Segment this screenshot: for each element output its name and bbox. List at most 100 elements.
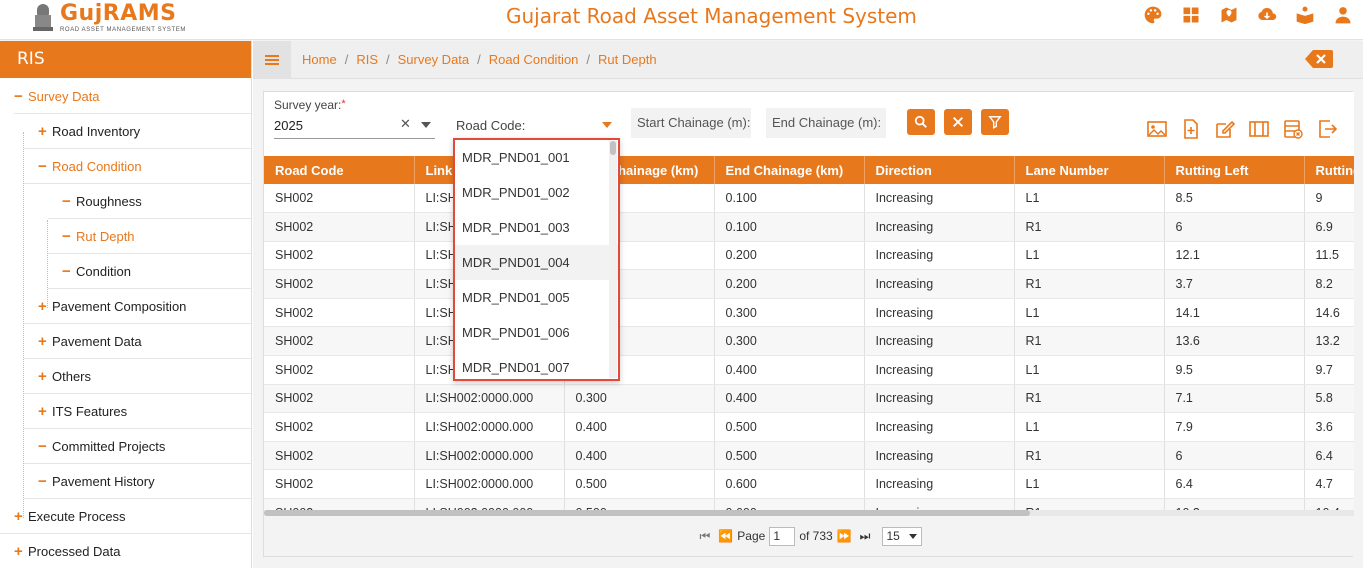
cloud-download-icon[interactable] — [1257, 5, 1277, 25]
road-code-option[interactable]: MDR_PND01_003 — [455, 210, 618, 245]
rut-depth-panel: Survey year:* 2025 ✕ Road Code: Start Ch… — [263, 91, 1354, 557]
table-cell: L1 — [1014, 412, 1165, 442]
sidebar-item-pavement-history[interactable]: − Pavement History — [24, 464, 251, 499]
table-cell: 6 — [1164, 441, 1305, 471]
hamburger-icon — [265, 59, 279, 61]
table-row[interactable]: SH002LI:SH002:0000.0000.0000.100Increasi… — [264, 184, 1354, 214]
table-cell: SH002 — [264, 412, 415, 442]
table-row[interactable]: SH002 LI:SH002:0000.000 0.400 0.500 Increasi… — [264, 441, 1354, 471]
page-size-select[interactable]: 15 — [882, 526, 923, 546]
next-page-icon[interactable]: ⏩ — [837, 529, 852, 543]
last-page-icon[interactable]: ⏭ — [860, 529, 871, 544]
map-marker-icon[interactable] — [1219, 5, 1239, 25]
close-page-icon[interactable] — [1305, 50, 1333, 68]
table-cell: Increasing — [864, 212, 1015, 242]
road-code-option[interactable]: MDR_PND01_006 — [455, 315, 618, 350]
road-code-option[interactable]: MDR_PND01_002 — [455, 175, 618, 210]
columns-icon[interactable] — [1248, 118, 1270, 140]
table-cell: 9.5 — [1164, 355, 1305, 385]
road-code-option[interactable]: MDR_PND01_007 — [455, 350, 618, 379]
delete-records-icon[interactable] — [1282, 118, 1304, 140]
gujrams-logo[interactable]: GujRAMS ROAD ASSET MANAGEMENT SYSTEM — [32, 0, 186, 36]
sidebar-item-its-features[interactable]: + ITS Features — [24, 394, 251, 429]
table-cell: 0.200 — [714, 269, 865, 299]
sidebar-item-others[interactable]: + Others — [24, 359, 251, 394]
survey-year-select[interactable]: 2025 — [274, 118, 303, 133]
start-chainage-input[interactable]: Start Chainage (m): — [631, 108, 751, 138]
table-row[interactable]: SH002LI:SH002:0000.0000.1000.200Increasi… — [264, 269, 1354, 299]
table-cell: Increasing — [864, 355, 1015, 385]
table-cell: SH002 — [264, 384, 415, 414]
table-row[interactable]: SH002LI:SH002:0000.0000.0000.100Increasi… — [264, 212, 1354, 242]
road-code-option[interactable]: MDR_PND01_005 — [455, 280, 618, 315]
breadcrumb-ris[interactable]: RIS — [356, 52, 378, 67]
table-cell: 0.300 — [564, 384, 715, 414]
table-cell: 12.1 — [1164, 241, 1305, 271]
export-icon[interactable] — [1316, 118, 1338, 140]
road-code-option[interactable]: MDR_PND01_001 — [455, 140, 618, 175]
breadcrumb-home[interactable]: Home — [302, 52, 337, 67]
breadcrumb-rut-depth: Rut Depth — [598, 52, 657, 67]
table-row[interactable]: SH002LI:SH002:0000.0000.1000.200Increasi… — [264, 241, 1354, 271]
sidebar-item-committed-projects[interactable]: − Committed Projects — [24, 429, 251, 464]
sidebar-item-processed-data[interactable]: + Processed Data — [0, 534, 251, 568]
table-cell: Increasing — [864, 384, 1015, 414]
column-header[interactable]: Road Code — [264, 156, 415, 184]
table-cell: 0.300 — [714, 298, 865, 328]
table-row[interactable]: SH002LI:SH002:0000.0000.3000.400Increasi… — [264, 355, 1354, 385]
breadcrumb-road-condition[interactable]: Road Condition — [489, 52, 579, 67]
user-icon[interactable] — [1333, 5, 1353, 25]
breadcrumb-bar: Home / RIS / Survey Data / Road Condition / … — [253, 41, 1363, 79]
filter-button[interactable] — [981, 109, 1009, 135]
table-cell: 6.4 — [1304, 441, 1354, 471]
road-code-option[interactable]: MDR_PND01_004 — [455, 245, 618, 280]
table-cell: SH002 — [264, 212, 415, 242]
sidebar-item-condition[interactable]: − Condition — [48, 254, 251, 289]
prev-page-icon[interactable]: ⏪ — [718, 529, 733, 543]
column-header[interactable]: Lane Number — [1014, 156, 1165, 184]
column-header[interactable]: Direction — [864, 156, 1015, 184]
column-header[interactable]: Rutting Left — [1164, 156, 1305, 184]
table-cell: R1 — [1014, 269, 1165, 299]
dashboard-grid-icon[interactable] — [1181, 5, 1201, 25]
sidebar-item-execute-process[interactable]: + Execute Process — [0, 499, 251, 534]
table-cell: L1 — [1014, 241, 1165, 271]
sidebar-item-pavement-data[interactable]: + Pavement Data — [24, 324, 251, 359]
column-header[interactable]: End Chainage (km) — [714, 156, 865, 184]
sidebar-item-survey-data[interactable]: − Survey Data — [14, 79, 251, 114]
menu-toggle-button[interactable] — [253, 41, 291, 79]
chevron-down-icon[interactable] — [602, 122, 612, 128]
page-number-input[interactable]: 1 — [769, 526, 796, 546]
pagination-bar: ⏮ ⏪ Page 1 of 733 ⏩ ⏭ 15 — [264, 516, 1354, 556]
table-cell: Increasing — [864, 184, 1015, 214]
search-button[interactable] — [907, 109, 935, 135]
sidebar-item-rut-depth[interactable]: − Rut Depth — [48, 219, 251, 254]
table-row[interactable]: SH002LI:SH002:0000.0000.3000.400Increasi… — [264, 384, 1354, 414]
sidebar-item-road-condition[interactable]: − Road Condition — [24, 149, 251, 184]
book-reader-icon[interactable] — [1295, 5, 1315, 25]
table-row[interactable]: SH002LI:SH002:0000.0000.2000.300Increasi… — [264, 326, 1354, 357]
column-header[interactable]: Rutting Right — [1304, 156, 1354, 184]
table-cell: 5.8 — [1304, 384, 1354, 414]
table-row[interactable]: SH002LI:SH002:0000.0000.2000.300Increasi… — [264, 298, 1354, 328]
table-cell: SH002 — [264, 326, 415, 357]
road-code-select[interactable]: Road Code: — [456, 118, 525, 133]
end-chainage-input[interactable]: End Chainage (m): — [766, 108, 886, 138]
dropdown-scrollbar[interactable] — [609, 141, 617, 378]
sidebar-item-pavement-composition[interactable]: + Pavement Composition — [24, 289, 251, 324]
clear-button[interactable] — [944, 109, 972, 135]
palette-icon[interactable] — [1143, 5, 1163, 25]
add-file-icon[interactable] — [1180, 118, 1202, 140]
clear-year-icon[interactable]: ✕ — [400, 116, 411, 132]
sidebar-item-roughness[interactable]: − Roughness — [48, 184, 251, 219]
chevron-down-icon[interactable] — [421, 122, 431, 128]
first-page-icon[interactable]: ⏮ — [700, 529, 711, 544]
table-row[interactable]: SH002LI:SH002:0000.0000.5000.600Increasi… — [264, 469, 1354, 500]
sidebar-item-road-inventory[interactable]: + Road Inventory — [24, 114, 251, 149]
image-icon[interactable] — [1146, 118, 1168, 140]
breadcrumb-survey-data[interactable]: Survey Data — [398, 52, 470, 67]
logo-sub-text: ROAD ASSET MANAGEMENT SYSTEM — [60, 27, 186, 33]
survey-year-underline — [274, 138, 435, 139]
table-row[interactable]: SH002 LI:SH002:0000.000 0.400 0.500 Increasi… — [264, 412, 1354, 442]
edit-icon[interactable] — [1214, 118, 1236, 140]
